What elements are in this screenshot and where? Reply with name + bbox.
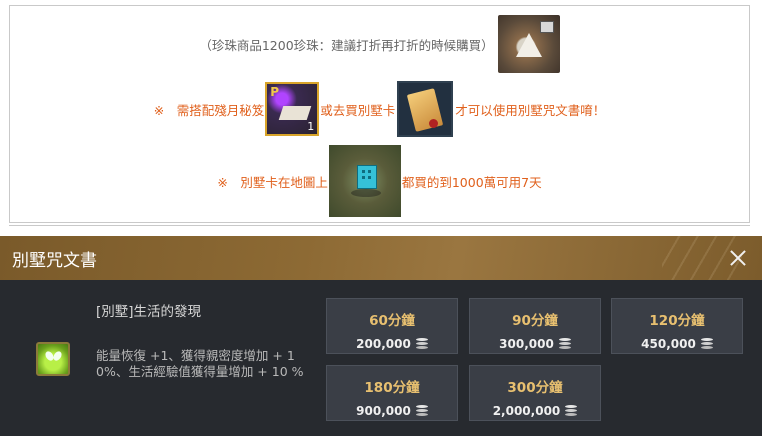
book-pages — [278, 106, 312, 120]
option-180-button[interactable]: 180分鐘 900,000 — [326, 365, 458, 421]
option-duration: 60分鐘 — [369, 313, 415, 329]
villa-building — [356, 165, 377, 189]
book-badge-letter: P — [270, 85, 280, 99]
notice-line-2-text-c: 才可以使用別墅咒文書唷！ — [455, 102, 606, 118]
option-duration: 180分鐘 — [364, 380, 420, 396]
silver-coin-icon — [415, 405, 428, 416]
option-60-button[interactable]: 60分鐘 200,000 — [326, 298, 458, 354]
notice-divider — [9, 225, 750, 226]
option-price-value: 900,000 — [356, 404, 411, 418]
villa-card-icon — [397, 81, 454, 137]
option-price: 900,000 — [327, 404, 457, 418]
option-duration: 120分鐘 — [649, 313, 705, 329]
window-header: 別墅咒文書 — [0, 236, 762, 280]
card-seal — [429, 119, 439, 128]
notice-line-2-text-b: 或去買別墅卡 — [320, 102, 396, 118]
option-90-button[interactable]: 90分鐘 300,000 — [469, 298, 601, 354]
option-duration: 90分鐘 — [512, 313, 558, 329]
life-item-icon — [36, 342, 70, 376]
silver-coin-icon — [700, 338, 713, 349]
option-price: 300,000 — [470, 337, 600, 351]
close-icon[interactable] — [728, 248, 748, 268]
book-badge-count: 1 — [307, 120, 315, 133]
option-price: 2,000,000 — [470, 404, 600, 418]
option-duration: 300分鐘 — [507, 380, 563, 396]
option-price: 450,000 — [612, 337, 742, 351]
option-120-button[interactable]: 120分鐘 450,000 — [611, 298, 743, 354]
map-villa-icon — [328, 145, 401, 217]
silver-coin-icon — [415, 338, 428, 349]
option-price-value: 2,000,000 — [492, 404, 561, 418]
item-description: 能量恢復 +1、獲得親密度增加 + 10%、生活經驗值獲得量增加 + 10 % — [96, 348, 304, 379]
notice-line-1: （珍珠商品1200珍珠：建議打折再打折的時候購買） — [10, 14, 749, 74]
notice-line-2: ※ 需搭配殘月秘笈 P 1 或去買別墅卡 才可以使用別墅咒文書唷！ — [10, 80, 749, 138]
notice-line-3: ※ 別墅卡在地圖上 都買的到1000萬可用7天 — [10, 144, 749, 218]
tent-icon — [497, 15, 560, 73]
silver-coin-icon — [565, 405, 578, 416]
option-price-value: 300,000 — [499, 337, 554, 351]
silver-coin-icon — [558, 338, 571, 349]
notice-line-2-text-a: ※ 需搭配殘月秘笈 — [153, 102, 265, 118]
window-title: 別墅咒文書 — [12, 251, 97, 271]
option-price-value: 450,000 — [641, 337, 696, 351]
notice-box: （珍珠商品1200珍珠：建議打折再打折的時候購買） ※ 需搭配殘月秘笈 P 1 … — [9, 5, 750, 223]
option-price: 200,000 — [327, 337, 457, 351]
option-300-button[interactable]: 300分鐘 2,000,000 — [469, 365, 601, 421]
option-price-value: 200,000 — [356, 337, 411, 351]
card-paper — [407, 88, 444, 132]
notice-line-3-text-a: ※ 別墅卡在地圖上 — [217, 174, 328, 190]
notice-line-3-text-b: 都買的到1000萬可用7天 — [401, 174, 542, 190]
villa-shadow — [350, 189, 381, 197]
item-name: [別墅]生活的發現 — [96, 304, 202, 320]
notice-line-1-text: （珍珠商品1200珍珠：建議打折再打折的時候購買） — [199, 37, 494, 53]
secret-book-icon: P 1 — [265, 82, 320, 136]
